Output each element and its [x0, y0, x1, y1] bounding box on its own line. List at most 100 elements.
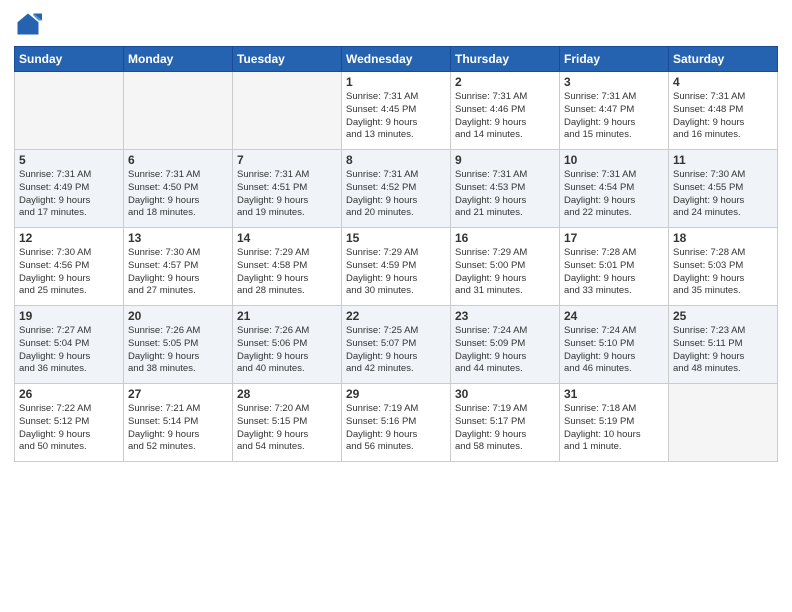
- day-info: Sunrise: 7:20 AM Sunset: 5:15 PM Dayligh…: [237, 403, 337, 454]
- day-info: Sunrise: 7:31 AM Sunset: 4:49 PM Dayligh…: [19, 169, 119, 220]
- day-info: Sunrise: 7:31 AM Sunset: 4:52 PM Dayligh…: [346, 169, 446, 220]
- day-number: 21: [237, 309, 337, 323]
- logo: [14, 10, 46, 38]
- day-number: 15: [346, 231, 446, 245]
- calendar-cell: 1 Sunrise: 7:31 AM Sunset: 4:45 PM Daylig…: [342, 72, 451, 150]
- day-info: Sunrise: 7:24 AM Sunset: 5:09 PM Dayligh…: [455, 325, 555, 376]
- day-info: Sunrise: 7:26 AM Sunset: 5:06 PM Dayligh…: [237, 325, 337, 376]
- day-info: Sunrise: 7:23 AM Sunset: 5:11 PM Dayligh…: [673, 325, 773, 376]
- day-info: Sunrise: 7:28 AM Sunset: 5:01 PM Dayligh…: [564, 247, 664, 298]
- calendar-cell: 13 Sunrise: 7:30 AM Sunset: 4:57 PM Dayli…: [124, 228, 233, 306]
- calendar-cell: 12 Sunrise: 7:30 AM Sunset: 4:56 PM Dayli…: [15, 228, 124, 306]
- day-info: Sunrise: 7:31 AM Sunset: 4:46 PM Dayligh…: [455, 91, 555, 142]
- weekday-header: Saturday: [669, 47, 778, 72]
- day-number: 9: [455, 153, 555, 167]
- day-info: Sunrise: 7:29 AM Sunset: 5:00 PM Dayligh…: [455, 247, 555, 298]
- calendar-cell: 24 Sunrise: 7:24 AM Sunset: 5:10 PM Dayli…: [560, 306, 669, 384]
- day-info: Sunrise: 7:25 AM Sunset: 5:07 PM Dayligh…: [346, 325, 446, 376]
- day-info: Sunrise: 7:31 AM Sunset: 4:51 PM Dayligh…: [237, 169, 337, 220]
- day-number: 23: [455, 309, 555, 323]
- day-info: Sunrise: 7:29 AM Sunset: 4:59 PM Dayligh…: [346, 247, 446, 298]
- calendar-cell: 2 Sunrise: 7:31 AM Sunset: 4:46 PM Daylig…: [451, 72, 560, 150]
- header: [14, 10, 778, 38]
- day-number: 20: [128, 309, 228, 323]
- day-number: 28: [237, 387, 337, 401]
- day-info: Sunrise: 7:19 AM Sunset: 5:16 PM Dayligh…: [346, 403, 446, 454]
- day-info: Sunrise: 7:24 AM Sunset: 5:10 PM Dayligh…: [564, 325, 664, 376]
- calendar-cell: [15, 72, 124, 150]
- day-number: 1: [346, 75, 446, 89]
- day-number: 8: [346, 153, 446, 167]
- weekday-header: Wednesday: [342, 47, 451, 72]
- day-info: Sunrise: 7:21 AM Sunset: 5:14 PM Dayligh…: [128, 403, 228, 454]
- weekday-header: Friday: [560, 47, 669, 72]
- day-info: Sunrise: 7:31 AM Sunset: 4:53 PM Dayligh…: [455, 169, 555, 220]
- day-info: Sunrise: 7:29 AM Sunset: 4:58 PM Dayligh…: [237, 247, 337, 298]
- day-info: Sunrise: 7:28 AM Sunset: 5:03 PM Dayligh…: [673, 247, 773, 298]
- day-number: 24: [564, 309, 664, 323]
- day-number: 4: [673, 75, 773, 89]
- calendar-cell: 4 Sunrise: 7:31 AM Sunset: 4:48 PM Daylig…: [669, 72, 778, 150]
- calendar-cell: 18 Sunrise: 7:28 AM Sunset: 5:03 PM Dayli…: [669, 228, 778, 306]
- day-info: Sunrise: 7:30 AM Sunset: 4:57 PM Dayligh…: [128, 247, 228, 298]
- day-info: Sunrise: 7:30 AM Sunset: 4:55 PM Dayligh…: [673, 169, 773, 220]
- calendar-cell: 31Sunrise: 7:18 AM Sunset: 5:19 PM Dayli…: [560, 384, 669, 462]
- calendar-cell: 9 Sunrise: 7:31 AM Sunset: 4:53 PM Daylig…: [451, 150, 560, 228]
- day-info: Sunrise: 7:31 AM Sunset: 4:45 PM Dayligh…: [346, 91, 446, 142]
- logo-icon: [14, 10, 42, 38]
- day-info: Sunrise: 7:26 AM Sunset: 5:05 PM Dayligh…: [128, 325, 228, 376]
- day-number: 6: [128, 153, 228, 167]
- day-number: 18: [673, 231, 773, 245]
- calendar-week-row: 1 Sunrise: 7:31 AM Sunset: 4:45 PM Daylig…: [15, 72, 778, 150]
- day-info: Sunrise: 7:27 AM Sunset: 5:04 PM Dayligh…: [19, 325, 119, 376]
- calendar-cell: [669, 384, 778, 462]
- calendar-week-row: 26Sunrise: 7:22 AM Sunset: 5:12 PM Dayli…: [15, 384, 778, 462]
- calendar-week-row: 19 Sunrise: 7:27 AM Sunset: 5:04 PM Dayli…: [15, 306, 778, 384]
- day-number: 16: [455, 231, 555, 245]
- day-number: 13: [128, 231, 228, 245]
- calendar-week-row: 5Sunrise: 7:31 AM Sunset: 4:49 PM Daylig…: [15, 150, 778, 228]
- calendar-cell: 25 Sunrise: 7:23 AM Sunset: 5:11 PM Dayli…: [669, 306, 778, 384]
- calendar-cell: 17 Sunrise: 7:28 AM Sunset: 5:01 PM Dayli…: [560, 228, 669, 306]
- calendar-cell: 22Sunrise: 7:25 AM Sunset: 5:07 PM Dayli…: [342, 306, 451, 384]
- day-number: 11: [673, 153, 773, 167]
- calendar-week-row: 12 Sunrise: 7:30 AM Sunset: 4:56 PM Dayli…: [15, 228, 778, 306]
- day-info: Sunrise: 7:18 AM Sunset: 5:19 PM Dayligh…: [564, 403, 664, 454]
- calendar-cell: 16 Sunrise: 7:29 AM Sunset: 5:00 PM Dayli…: [451, 228, 560, 306]
- calendar-cell: 14 Sunrise: 7:29 AM Sunset: 4:58 PM Dayli…: [233, 228, 342, 306]
- calendar-cell: 8 Sunrise: 7:31 AM Sunset: 4:52 PM Daylig…: [342, 150, 451, 228]
- calendar-cell: 29 Sunrise: 7:19 AM Sunset: 5:16 PM Dayli…: [342, 384, 451, 462]
- calendar-cell: [124, 72, 233, 150]
- page: SundayMondayTuesdayWednesdayThursdayFrid…: [0, 0, 792, 612]
- weekday-header: Thursday: [451, 47, 560, 72]
- calendar-cell: 21 Sunrise: 7:26 AM Sunset: 5:06 PM Dayli…: [233, 306, 342, 384]
- calendar-cell: 5Sunrise: 7:31 AM Sunset: 4:49 PM Daylig…: [15, 150, 124, 228]
- day-number: 17: [564, 231, 664, 245]
- day-number: 19: [19, 309, 119, 323]
- calendar-cell: 6 Sunrise: 7:31 AM Sunset: 4:50 PM Daylig…: [124, 150, 233, 228]
- day-number: 10: [564, 153, 664, 167]
- calendar-cell: 11 Sunrise: 7:30 AM Sunset: 4:55 PM Dayli…: [669, 150, 778, 228]
- day-info: Sunrise: 7:22 AM Sunset: 5:12 PM Dayligh…: [19, 403, 119, 454]
- calendar-cell: 26Sunrise: 7:22 AM Sunset: 5:12 PM Dayli…: [15, 384, 124, 462]
- day-number: 29: [346, 387, 446, 401]
- calendar-cell: 3Sunrise: 7:31 AM Sunset: 4:47 PM Daylig…: [560, 72, 669, 150]
- calendar-cell: 19 Sunrise: 7:27 AM Sunset: 5:04 PM Dayli…: [15, 306, 124, 384]
- calendar-cell: [233, 72, 342, 150]
- calendar-cell: 30Sunrise: 7:19 AM Sunset: 5:17 PM Dayli…: [451, 384, 560, 462]
- calendar-cell: 7Sunrise: 7:31 AM Sunset: 4:51 PM Daylig…: [233, 150, 342, 228]
- day-number: 2: [455, 75, 555, 89]
- weekday-header-row: SundayMondayTuesdayWednesdayThursdayFrid…: [15, 47, 778, 72]
- weekday-header: Monday: [124, 47, 233, 72]
- day-info: Sunrise: 7:31 AM Sunset: 4:48 PM Dayligh…: [673, 91, 773, 142]
- calendar-cell: 10Sunrise: 7:31 AM Sunset: 4:54 PM Dayli…: [560, 150, 669, 228]
- calendar-cell: 23 Sunrise: 7:24 AM Sunset: 5:09 PM Dayli…: [451, 306, 560, 384]
- day-info: Sunrise: 7:30 AM Sunset: 4:56 PM Dayligh…: [19, 247, 119, 298]
- day-number: 12: [19, 231, 119, 245]
- calendar-cell: 20 Sunrise: 7:26 AM Sunset: 5:05 PM Dayli…: [124, 306, 233, 384]
- day-number: 25: [673, 309, 773, 323]
- calendar: SundayMondayTuesdayWednesdayThursdayFrid…: [14, 46, 778, 462]
- day-number: 14: [237, 231, 337, 245]
- day-number: 30: [455, 387, 555, 401]
- day-info: Sunrise: 7:31 AM Sunset: 4:50 PM Dayligh…: [128, 169, 228, 220]
